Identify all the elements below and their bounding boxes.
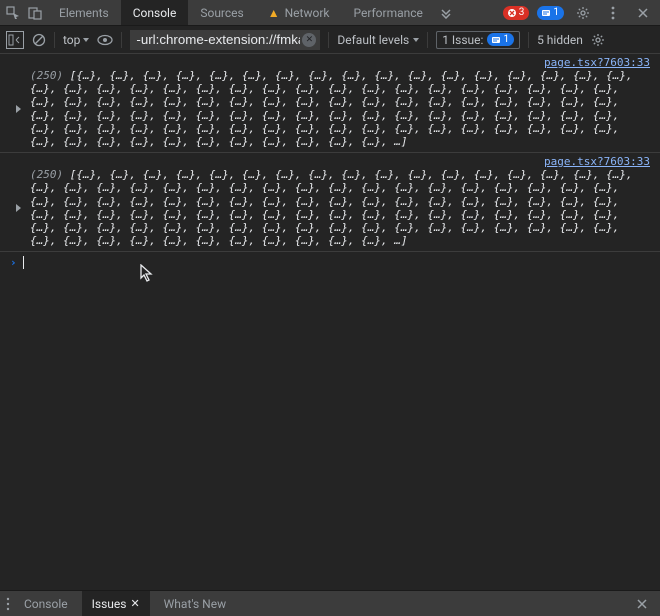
tab-sources[interactable]: Sources	[188, 0, 255, 25]
array-preview: [{…}, {…}, {…}, {…}, {…}, {…}, {…}, {…},…	[30, 168, 633, 247]
issues-badge: 1	[487, 33, 514, 46]
settings-icon[interactable]	[572, 0, 594, 26]
message-source-link[interactable]: page.tsx?7603:33	[0, 155, 660, 168]
levels-label: Default levels	[337, 33, 409, 47]
console-output: page.tsx?7603:33 (250) [{…}, {…}, {…}, {…	[0, 54, 660, 590]
tab-label: Performance	[353, 6, 422, 20]
more-tabs-icon[interactable]	[435, 0, 457, 26]
drawer-tab-issues[interactable]: Issues ✕	[82, 591, 150, 616]
tab-label: Elements	[59, 6, 109, 20]
live-expression-icon[interactable]	[97, 34, 113, 46]
execution-context-selector[interactable]: top	[63, 33, 89, 47]
console-message: page.tsx?7603:33 (250) [{…}, {…}, {…}, {…	[0, 54, 660, 153]
inspect-element-icon[interactable]	[2, 0, 24, 26]
array-length: (250)	[30, 168, 63, 181]
tab-performance[interactable]: Performance	[341, 0, 434, 25]
device-toolbar-icon[interactable]	[24, 0, 46, 26]
message-body[interactable]: (250) [{…}, {…}, {…}, {…}, {…}, {…}, {…}…	[0, 69, 660, 148]
close-tab-icon[interactable]: ✕	[130, 597, 139, 610]
close-drawer-icon[interactable]	[630, 598, 654, 610]
divider	[328, 32, 329, 48]
divider	[121, 32, 122, 48]
panel-tabs: Elements Console Sources ▲ Network Perfor…	[47, 0, 457, 25]
drawer-kebab-icon[interactable]	[6, 597, 10, 611]
error-icon	[508, 9, 516, 17]
clear-console-icon[interactable]	[32, 33, 46, 47]
close-devtools-icon[interactable]	[632, 0, 654, 26]
tab-label: Sources	[200, 6, 243, 20]
drawer-tabbar: Console Issues ✕ What's New	[0, 590, 660, 616]
issues-count: 1	[503, 34, 509, 45]
message-source-link[interactable]: page.tsx?7603:33	[0, 56, 660, 69]
issues-label: 1 Issue:	[442, 33, 483, 47]
drawer-tab-label: Issues	[92, 597, 127, 611]
console-toolbar: top ✕ Default levels 1 Issue: 1 5 hidden	[0, 26, 660, 54]
divider	[427, 32, 428, 48]
issue-icon	[492, 36, 500, 44]
warning-icon: ▲	[268, 6, 280, 20]
divider	[528, 32, 529, 48]
message-body[interactable]: (250) [{…}, {…}, {…}, {…}, {…}, {…}, {…}…	[0, 168, 660, 247]
issues-button[interactable]: 1 Issue: 1	[436, 31, 520, 49]
clear-filter-icon[interactable]: ✕	[302, 33, 316, 47]
issue-count: 1	[553, 7, 559, 18]
kebab-menu-icon[interactable]	[602, 0, 624, 26]
error-count-badge[interactable]: 3	[503, 6, 530, 20]
issue-icon	[542, 9, 550, 17]
tab-label: Console	[133, 6, 177, 20]
expand-icon[interactable]	[16, 204, 21, 212]
text-cursor	[23, 256, 24, 269]
console-message: page.tsx?7603:33 (250) [{…}, {…}, {…}, {…	[0, 153, 660, 252]
sidebar-toggle-icon[interactable]	[6, 31, 24, 49]
drawer-tab-label: Console	[24, 597, 68, 611]
issue-count-badge[interactable]: 1	[537, 6, 564, 20]
divider	[54, 32, 55, 48]
prompt-caret-icon: ›	[10, 256, 17, 269]
tab-elements[interactable]: Elements	[47, 0, 121, 25]
drawer-tab-console[interactable]: Console	[14, 591, 78, 616]
console-settings-icon[interactable]	[591, 33, 605, 47]
context-label: top	[63, 33, 80, 47]
expand-icon[interactable]	[16, 105, 21, 113]
log-levels-selector[interactable]: Default levels	[337, 33, 419, 47]
array-length: (250)	[30, 69, 63, 82]
console-prompt[interactable]: ›	[0, 252, 660, 273]
tab-console[interactable]: Console	[121, 0, 189, 25]
array-preview: [{…}, {…}, {…}, {…}, {…}, {…}, {…}, {…},…	[30, 69, 633, 148]
filter-input[interactable]	[130, 30, 320, 50]
chevron-down-icon	[83, 38, 89, 42]
devtools-tabbar: Elements Console Sources ▲ Network Perfor…	[0, 0, 660, 26]
drawer-tab-label: What's New	[164, 597, 226, 611]
tab-network[interactable]: ▲ Network	[256, 0, 342, 25]
tab-label: Network	[285, 6, 330, 20]
filter-wrap: ✕	[130, 30, 320, 50]
error-count: 3	[519, 7, 525, 18]
drawer-tab-whatsnew[interactable]: What's New	[154, 591, 236, 616]
chevron-down-icon	[413, 38, 419, 42]
hidden-messages-label: 5 hidden	[537, 33, 583, 47]
